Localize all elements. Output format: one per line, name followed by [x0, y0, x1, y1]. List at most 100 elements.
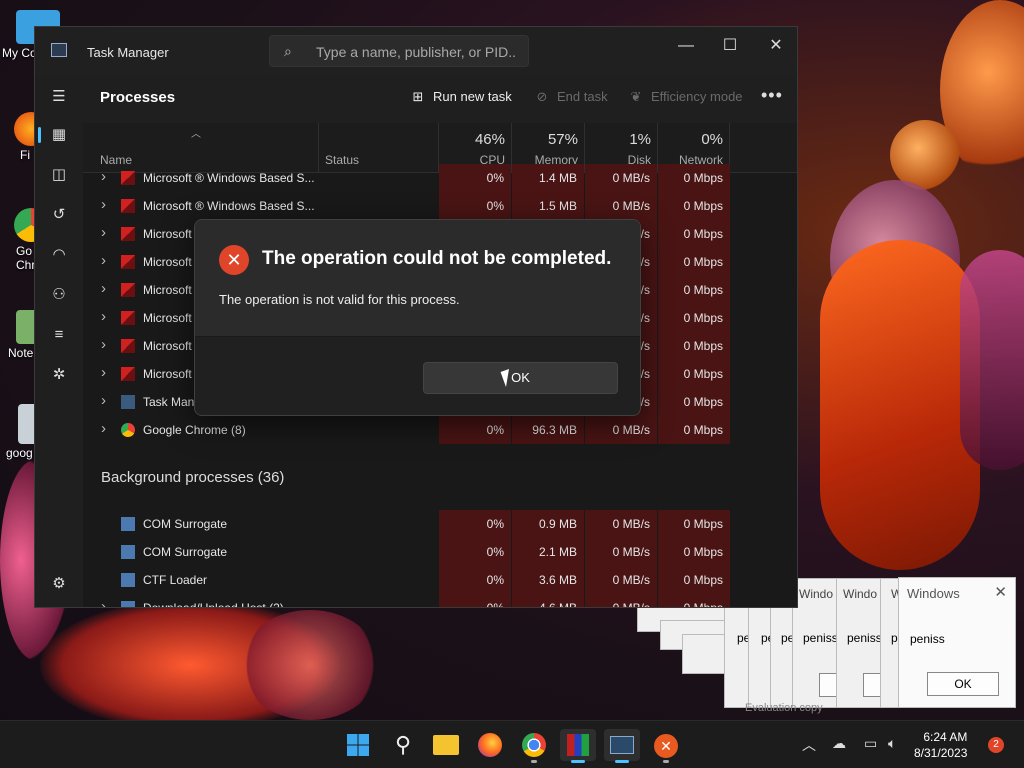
- expand-chevron-icon[interactable]: ›: [101, 252, 106, 269]
- process-disk-value: 0 MB/s: [612, 545, 650, 559]
- run-task-icon: ⊞: [412, 89, 424, 104]
- task-manager-window[interactable]: Task Manager ⌕ — ☐ ✕ ☰ ▦ ◫ ↺ ◠ ⚇ ≡ ✲ ⚙ P…: [34, 26, 798, 608]
- expand-chevron-icon[interactable]: ›: [101, 280, 106, 297]
- show-hidden-icons-chevron-icon[interactable]: ︿: [802, 735, 816, 755]
- title-bar[interactable]: Task Manager ⌕ — ☐ ✕: [35, 27, 797, 75]
- table-row[interactable]: CTF Loader 0% 3.6 MB 0 MB/s 0 Mbps: [83, 566, 797, 594]
- start-button[interactable]: [340, 729, 376, 761]
- popup-message: peniss: [847, 631, 882, 645]
- error-dialog[interactable]: ✕ The operation could not be completed. …: [194, 219, 641, 416]
- search-icon[interactable]: ⚲: [385, 729, 421, 761]
- efficiency-mode-button[interactable]: ❦ Efficiency mode: [627, 89, 743, 105]
- network-disconnected-icon[interactable]: ☁: [832, 735, 846, 752]
- process-disk-value: 0 MB/s: [612, 199, 650, 213]
- expand-chevron-icon[interactable]: ›: [101, 308, 106, 325]
- process-name: COM Surrogate: [143, 545, 228, 559]
- minimize-button[interactable]: —: [663, 31, 709, 61]
- maximize-button[interactable]: ☐: [707, 31, 753, 61]
- expand-chevron-icon[interactable]: ›: [101, 224, 106, 241]
- close-button[interactable]: ✕: [753, 31, 797, 61]
- windows-logo-icon: [347, 734, 369, 756]
- volume-icon[interactable]: 🔈︎: [888, 735, 896, 752]
- process-net-value: 0 Mbps: [683, 573, 723, 587]
- chrome-taskbar-icon[interactable]: [516, 729, 552, 763]
- performance-icon[interactable]: ◫: [47, 163, 71, 187]
- more-options-button[interactable]: •••: [761, 85, 783, 106]
- expand-chevron-icon[interactable]: ›: [101, 420, 106, 437]
- process-disk-value: 0 MB/s: [612, 517, 650, 531]
- process-cpu-value: 0%: [486, 517, 504, 531]
- desktop-icon-notepad[interactable]: Note: [0, 310, 50, 360]
- process-name: CTF Loader: [143, 573, 208, 587]
- end-task-icon: ⊘: [536, 89, 548, 104]
- desktop-icon-google-file[interactable]: goog: [0, 404, 44, 460]
- search-input[interactable]: [316, 42, 516, 62]
- error-app-taskbar-icon[interactable]: ✕: [648, 729, 684, 763]
- process-cpu-value: 0%: [486, 545, 504, 559]
- desktop-icon-label: Note: [8, 346, 34, 360]
- firefox-icon: [478, 733, 502, 757]
- active-indicator: [38, 127, 41, 143]
- expand-chevron-icon[interactable]: ›: [101, 168, 106, 185]
- file-explorer-icon[interactable]: [428, 729, 464, 761]
- winrar-taskbar-icon[interactable]: [560, 729, 596, 763]
- table-row[interactable]: › Download/Upload Host (2) 0% 4.6 MB 0 MB/s 0…: [83, 594, 797, 608]
- process-net-value: 0 Mbps: [683, 545, 723, 559]
- app-history-icon[interactable]: ↺: [47, 203, 71, 227]
- expand-chevron-icon[interactable]: ›: [101, 336, 106, 353]
- evaluation-watermark: Evaluation copy: [745, 702, 823, 714]
- service-app-icon: [121, 545, 135, 559]
- table-row[interactable]: COM Surrogate 0% 0.9 MB 0 MB/s 0 Mbps: [83, 510, 797, 538]
- table-row[interactable]: › Microsoft ® Windows Based S... 0% 1.5 MB 0…: [83, 192, 797, 220]
- run-new-task-button[interactable]: ⊞ Run new task: [409, 89, 512, 105]
- processes-icon[interactable]: ▦: [47, 123, 71, 147]
- table-row[interactable]: › Google Chrome (8) 0% 96.3 MB 0 MB/s 0 Mbps: [83, 416, 797, 444]
- message-popup-window[interactable]: Windows ✕ peniss OK: [898, 577, 1016, 708]
- startup-apps-icon[interactable]: ◠: [47, 243, 71, 267]
- windows-process-icon: [121, 171, 135, 185]
- network-percent: 0%: [701, 131, 723, 148]
- expand-chevron-icon[interactable]: ›: [101, 196, 106, 213]
- notification-badge[interactable]: 2: [988, 737, 1004, 753]
- task-manager-icon: [51, 43, 67, 57]
- services-icon[interactable]: ✲: [47, 363, 71, 387]
- process-name: Microsoft: [143, 367, 192, 381]
- details-icon[interactable]: ≡: [47, 323, 71, 347]
- users-icon[interactable]: ⚇: [47, 283, 71, 307]
- service-app-icon: [121, 517, 135, 531]
- dialog-title: The operation could not be completed.: [262, 248, 612, 269]
- process-net-value: 0 Mbps: [683, 171, 723, 185]
- process-net-value: 0 Mbps: [683, 395, 723, 409]
- archive-app-icon: [567, 734, 589, 756]
- settings-gear-icon[interactable]: ⚙: [47, 572, 71, 596]
- expand-chevron-icon[interactable]: ›: [101, 364, 106, 381]
- process-net-value: 0 Mbps: [683, 517, 723, 531]
- task-manager-taskbar-icon[interactable]: [604, 729, 640, 763]
- close-icon[interactable]: ✕: [994, 583, 1007, 601]
- process-mem-value: 4.6 MB: [538, 601, 577, 608]
- search-box[interactable]: ⌕: [269, 35, 529, 67]
- service-app-icon: [121, 573, 135, 587]
- search-icon: ⌕: [284, 43, 292, 59]
- popup-ok-button[interactable]: OK: [927, 672, 999, 696]
- expand-chevron-icon[interactable]: ›: [101, 392, 106, 409]
- wallpaper-blob: [820, 240, 980, 570]
- process-disk-value: 0 MB/s: [612, 601, 650, 608]
- firefox-taskbar-icon[interactable]: [472, 729, 508, 761]
- display-icon[interactable]: ▭: [864, 735, 877, 752]
- table-row[interactable]: › Microsoft ® Windows Based S... 0% 1.4 MB 0…: [83, 164, 797, 192]
- desktop-icon-chrome[interactable]: Go Chr: [0, 208, 48, 272]
- popup-title: Windows: [907, 586, 960, 601]
- expand-chevron-icon[interactable]: ›: [101, 598, 106, 607]
- table-row[interactable]: COM Surrogate 0% 2.1 MB 0 MB/s 0 Mbps: [83, 538, 797, 566]
- desktop-icon-firefox[interactable]: Fi: [0, 112, 48, 162]
- desktop-icon-my-computer[interactable]: My Co: [0, 10, 60, 60]
- hamburger-menu-icon[interactable]: ☰: [47, 85, 71, 109]
- task-manager-icon: [610, 736, 634, 754]
- end-task-button[interactable]: ⊘ End task: [533, 89, 608, 105]
- process-cpu-value: 0%: [486, 573, 504, 587]
- process-name: Microsoft: [143, 227, 192, 241]
- sort-caret-icon[interactable]: ︿: [191, 125, 201, 140]
- ok-button[interactable]: OK: [423, 362, 618, 394]
- clock[interactable]: 6:24 AM 8/31/2023: [914, 729, 967, 761]
